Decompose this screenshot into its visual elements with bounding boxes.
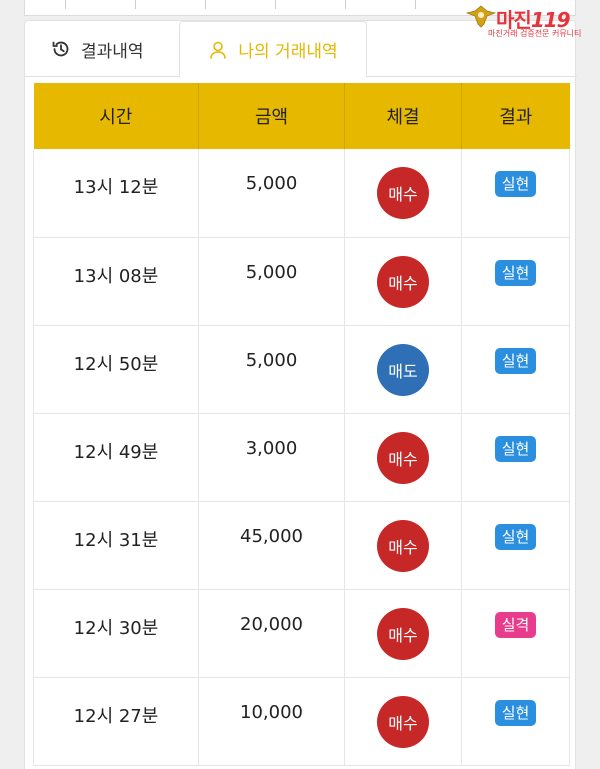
trade-table-wrap: 시간 금액 체결 결과 13시 12분 5,000 매수 실현 13시 08분 5,000… bbox=[33, 83, 570, 766]
table-row: 12시 30분 20,000 매수 실격 bbox=[33, 589, 570, 678]
result-badge: 실현 bbox=[494, 259, 537, 286]
buy-badge: 매수 bbox=[377, 607, 429, 660]
cell-trade: 매수 bbox=[344, 589, 462, 678]
result-badge: 실현 bbox=[494, 435, 537, 462]
tab-result-history[interactable]: 결과내역 bbox=[51, 21, 144, 77]
buy-badge: 매수 bbox=[377, 255, 429, 308]
tab-label: 결과내역 bbox=[81, 41, 144, 62]
header-trade: 체결 bbox=[344, 83, 462, 149]
strip-tick bbox=[415, 0, 416, 9]
table-row: 12시 50분 5,000 매도 실현 bbox=[33, 325, 570, 414]
cell-trade: 매도 bbox=[344, 325, 462, 414]
result-badge: 실현 bbox=[494, 699, 537, 726]
cell-trade: 매수 bbox=[344, 677, 462, 766]
cell-result: 실현 bbox=[461, 677, 570, 766]
cell-time: 13시 08분 bbox=[33, 237, 199, 326]
header-time: 시간 bbox=[33, 83, 199, 149]
table-row: 13시 08분 5,000 매수 실현 bbox=[33, 237, 570, 326]
watermark-tagline: 마진거래 검증전문 커뮤니티 bbox=[488, 29, 582, 38]
strip-tick bbox=[275, 0, 276, 9]
strip-tick bbox=[345, 0, 346, 9]
header-result: 결과 bbox=[461, 83, 570, 149]
result-badge: 실현 bbox=[494, 171, 537, 197]
result-badge: 실현 bbox=[494, 347, 537, 374]
cell-trade: 매수 bbox=[344, 413, 462, 502]
cell-amount: 3,000 bbox=[198, 413, 345, 502]
trade-table: 시간 금액 체결 결과 13시 12분 5,000 매수 실현 13시 08분 5,000… bbox=[33, 83, 570, 766]
watermark-logo: 마진119 마진거래 검증전문 커뮤니티 bbox=[466, 4, 594, 38]
table-header-row: 시간 금액 체결 결과 bbox=[33, 83, 570, 149]
cell-trade: 매수 bbox=[344, 237, 462, 326]
cell-amount: 5,000 bbox=[198, 237, 345, 326]
table-row: 13시 12분 5,000 매수 실현 bbox=[33, 149, 570, 238]
cell-result: 실현 bbox=[461, 149, 570, 238]
header-amount: 금액 bbox=[198, 83, 345, 149]
cell-time: 12시 49분 bbox=[33, 413, 199, 502]
user-icon bbox=[210, 41, 227, 59]
cell-result: 실현 bbox=[461, 237, 570, 326]
table-row: 12시 31분 45,000 매수 실현 bbox=[33, 501, 570, 590]
strip-tick bbox=[205, 0, 206, 9]
buy-badge: 매수 bbox=[377, 431, 429, 484]
sell-badge: 매도 bbox=[377, 343, 429, 396]
cell-time: 12시 30분 bbox=[33, 589, 199, 678]
cell-time: 12시 27분 bbox=[33, 677, 199, 766]
cell-time: 13시 12분 bbox=[33, 149, 199, 238]
cell-time: 12시 31분 bbox=[33, 501, 199, 590]
table-row: 12시 27분 10,000 매수 실현 bbox=[33, 677, 570, 766]
result-badge: 실격 bbox=[494, 611, 537, 638]
result-badge: 실현 bbox=[494, 523, 537, 550]
strip-tick bbox=[65, 0, 66, 9]
trade-history-card: 결과내역 나의 거래내역 시간 금액 체결 결과 13시 12분 5,000 매수 실… bbox=[24, 20, 577, 769]
cell-amount: 5,000 bbox=[198, 325, 345, 414]
cell-trade: 매수 bbox=[344, 149, 462, 238]
cell-amount: 5,000 bbox=[198, 149, 345, 238]
tab-my-trades[interactable]: 나의 거래내역 bbox=[179, 21, 367, 78]
cell-result: 실격 bbox=[461, 589, 570, 678]
cell-result: 실현 bbox=[461, 501, 570, 590]
eagle-emblem-icon bbox=[466, 5, 496, 28]
buy-badge: 매수 bbox=[377, 519, 429, 572]
cell-result: 실현 bbox=[461, 413, 570, 502]
cell-amount: 20,000 bbox=[198, 589, 345, 678]
cell-result: 실현 bbox=[461, 325, 570, 414]
buy-badge: 매수 bbox=[377, 695, 429, 748]
table-body: 13시 12분 5,000 매수 실현 13시 08분 5,000 매수 실현 12시 50분 5… bbox=[33, 149, 570, 766]
cell-amount: 45,000 bbox=[198, 501, 345, 590]
history-icon bbox=[52, 41, 69, 57]
cell-trade: 매수 bbox=[344, 501, 462, 590]
cell-amount: 10,000 bbox=[198, 677, 345, 766]
buy-badge: 매수 bbox=[377, 167, 429, 219]
cell-time: 12시 50분 bbox=[33, 325, 199, 414]
tab-label: 나의 거래내역 bbox=[238, 42, 338, 62]
table-row: 12시 49분 3,000 매수 실현 bbox=[33, 413, 570, 502]
strip-tick bbox=[135, 0, 136, 9]
